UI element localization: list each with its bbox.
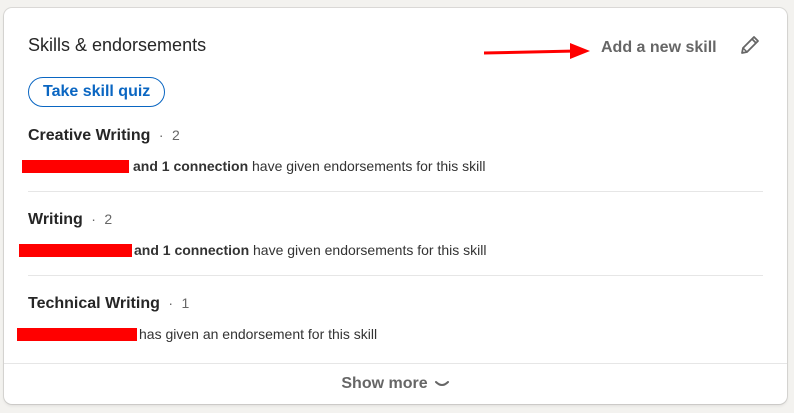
skills-card: Skills & endorsements Add a new skill Ta… (4, 8, 787, 404)
endorsement-summary: and 1 connection have given endorsements… (19, 241, 763, 259)
skill-name[interactable]: Technical Writing (28, 295, 160, 312)
skill-item: Writing · 2 and 1 connection have given … (19, 211, 763, 259)
divider (28, 191, 763, 192)
endorsement-text: have given endorsements for this skill (248, 158, 486, 174)
endorser-link[interactable]: and 1 connection (134, 242, 249, 258)
endorsement-text: has given an endorsement for this skill (139, 326, 378, 342)
add-new-skill-link[interactable]: Add a new skill (601, 39, 717, 57)
skill-header: Technical Writing · 1 (28, 295, 763, 315)
endorsement-count[interactable]: 2 (172, 127, 180, 143)
endorsement-count[interactable]: 2 (104, 211, 112, 227)
red-arrow-annotation-icon (484, 43, 590, 59)
skill-header: Writing · 2 (28, 211, 763, 231)
endorsement-summary: has given an endorsement for this skill (17, 325, 763, 343)
endorsement-summary: and 1 connection have given endorsements… (22, 157, 763, 175)
skill-item: Technical Writing · 1 has given an endor… (17, 295, 763, 343)
redacted-name (17, 327, 137, 341)
redacted-name (22, 159, 129, 173)
divider (28, 275, 763, 276)
skill-name[interactable]: Writing (28, 211, 83, 228)
pencil-icon[interactable] (738, 33, 762, 57)
redacted-name (19, 243, 132, 257)
section-title: Skills & endorsements (28, 35, 207, 55)
show-more-button[interactable]: Show more (4, 364, 787, 404)
endorsement-text: have given endorsements for this skill (249, 242, 487, 258)
chevron-down-icon (434, 381, 449, 386)
skill-header: Creative Writing · 2 (28, 127, 763, 147)
skill-item: Creative Writing · 2 and 1 connection ha… (22, 127, 763, 175)
separator: · (158, 127, 164, 143)
endorsement-count[interactable]: 1 (181, 295, 189, 311)
separator: · (168, 295, 173, 311)
separator: · (91, 211, 96, 227)
take-skill-quiz-button[interactable]: Take skill quiz (28, 77, 166, 107)
endorser-link[interactable]: and 1 connection (133, 158, 248, 174)
show-more-label: Show more (341, 375, 428, 392)
skill-name[interactable]: Creative Writing (28, 127, 150, 144)
